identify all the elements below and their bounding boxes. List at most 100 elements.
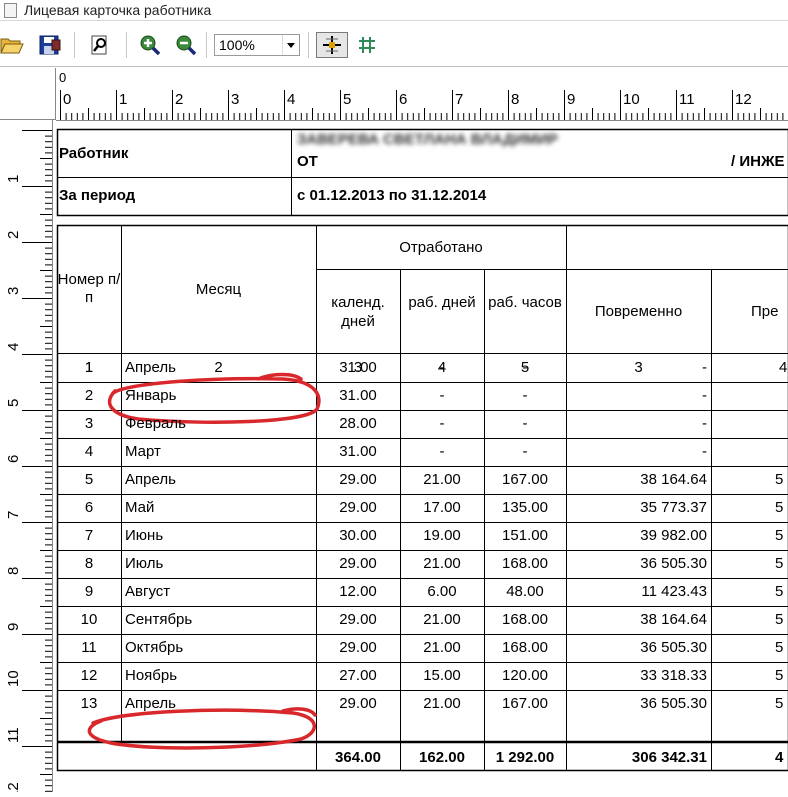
row-number: 12 xyxy=(57,667,121,684)
row-cal-days: 28.00 xyxy=(316,415,400,432)
ruler-origin: 0 xyxy=(59,70,66,85)
row-premium: 5 xyxy=(775,583,787,600)
toolbar: 100% xyxy=(0,22,788,67)
toolbar-separator xyxy=(74,32,75,58)
chevron-down-icon[interactable] xyxy=(282,35,299,55)
row-cal-days: 30.00 xyxy=(316,527,400,544)
zoom-select[interactable]: 100% xyxy=(214,34,300,56)
row-number: 6 xyxy=(57,499,121,516)
row-time-based: 36 505.30 xyxy=(566,555,707,572)
total-work-hours: 1 292.00 xyxy=(484,749,566,766)
row-number: 11 xyxy=(57,639,121,656)
row-work-days: - xyxy=(400,387,484,404)
ruler-number: 3 xyxy=(231,91,239,108)
row-number: 4 xyxy=(57,443,121,460)
row-time-based: 11 423.43 xyxy=(566,583,707,600)
row-number: 8 xyxy=(57,555,121,572)
row-work-days: 15.00 xyxy=(400,667,484,684)
row-work-days: 21.00 xyxy=(400,555,484,572)
row-month: Апрель xyxy=(125,359,315,376)
crosshair-icon xyxy=(317,33,347,57)
ruler-number: 8 xyxy=(511,91,519,108)
index-cell-7: 4 xyxy=(779,359,787,376)
grid-icon[interactable] xyxy=(356,34,378,56)
ruler-number: 10 xyxy=(623,91,640,108)
row-cal-days: 29.00 xyxy=(316,639,400,656)
ruler-number: 0 xyxy=(63,91,71,108)
period-label: За период xyxy=(59,187,135,204)
ruler-number: 8 xyxy=(5,567,22,575)
ruler-number: 9 xyxy=(567,91,575,108)
title-bar: Лицевая карточка работника xyxy=(0,0,788,21)
ruler-number: 1 xyxy=(5,175,22,183)
row-time-based: 38 164.64 xyxy=(566,471,707,488)
row-work-hours: 135.00 xyxy=(484,499,566,516)
row-premium: 5 xyxy=(775,639,787,656)
row-cal-days: 31.00 xyxy=(316,443,400,460)
row-work-days: 6.00 xyxy=(400,583,484,600)
row-premium: 5 xyxy=(775,667,787,684)
zoom-in-icon[interactable] xyxy=(138,34,162,56)
row-work-days: 19.00 xyxy=(400,527,484,544)
row-work-days: - xyxy=(400,415,484,432)
row-work-days: 21.00 xyxy=(400,471,484,488)
column-header-work-days: раб. дней xyxy=(400,293,484,312)
document-icon xyxy=(4,3,17,18)
employee-position: / ИНЖЕ xyxy=(731,153,785,170)
find-icon[interactable] xyxy=(88,34,112,56)
row-cal-days: 31.00 xyxy=(316,387,400,404)
total-premium: 4 xyxy=(775,749,783,766)
save-icon[interactable] xyxy=(38,34,62,56)
row-work-days: - xyxy=(400,443,484,460)
row-time-based: - xyxy=(566,443,707,460)
vertical-ruler[interactable]: 123456789101112 xyxy=(0,120,53,792)
row-month: Июнь xyxy=(125,527,315,544)
report-page: Работник ЗАВЕРЕВА СВЕТЛАНА ВЛАДИМИР ОТ /… xyxy=(53,121,788,792)
employee-label: Работник xyxy=(59,145,128,162)
row-time-based: - xyxy=(566,359,707,376)
zoom-out-icon[interactable] xyxy=(174,34,198,56)
row-premium: 5 xyxy=(775,499,787,516)
row-work-hours: - xyxy=(484,415,566,432)
row-month: Август xyxy=(125,583,315,600)
row-cal-days: 31.00 xyxy=(316,359,400,376)
toolbar-separator xyxy=(308,32,309,58)
row-cal-days: 29.00 xyxy=(316,695,400,712)
total-time-based: 306 342.31 xyxy=(566,749,707,766)
ruler-number: 11 xyxy=(679,91,695,108)
ruler-number: 4 xyxy=(5,343,22,351)
row-month: Апрель xyxy=(125,695,315,712)
ruler-number: 3 xyxy=(5,287,22,295)
employee-dept-start: ОТ xyxy=(297,153,318,170)
column-header-time-based: Повременно xyxy=(566,303,711,320)
row-month: Апрель xyxy=(125,471,315,488)
row-work-hours: 168.00 xyxy=(484,611,566,628)
crosshair-toggle-button[interactable] xyxy=(316,32,348,58)
row-premium: 5 xyxy=(775,695,787,712)
horizontal-ruler[interactable]: 01234567891011120 xyxy=(56,68,788,121)
open-folder-icon[interactable] xyxy=(0,34,24,56)
ruler-number: 4 xyxy=(287,91,295,108)
row-number: 2 xyxy=(57,387,121,404)
ruler-number: 7 xyxy=(5,511,22,519)
row-number: 5 xyxy=(57,471,121,488)
row-time-based: 35 773.37 xyxy=(566,499,707,516)
ruler-corner xyxy=(0,68,56,120)
row-cal-days: 29.00 xyxy=(316,471,400,488)
row-work-hours: - xyxy=(484,387,566,404)
row-cal-days: 27.00 xyxy=(316,667,400,684)
row-month: Март xyxy=(125,443,315,460)
row-time-based: 36 505.30 xyxy=(566,695,707,712)
row-work-days: 17.00 xyxy=(400,499,484,516)
row-number: 13 xyxy=(57,695,121,712)
row-work-hours: 167.00 xyxy=(484,695,566,712)
ruler-number: 6 xyxy=(399,91,407,108)
row-number: 10 xyxy=(57,611,121,628)
row-work-days: 21.00 xyxy=(400,639,484,656)
column-header-premium: Пре xyxy=(751,303,778,320)
ruler-number: 1 xyxy=(119,91,127,108)
row-cal-days: 29.00 xyxy=(316,611,400,628)
row-cal-days: 12.00 xyxy=(316,583,400,600)
row-time-based: 36 505.30 xyxy=(566,639,707,656)
row-time-based: 39 982.00 xyxy=(566,527,707,544)
